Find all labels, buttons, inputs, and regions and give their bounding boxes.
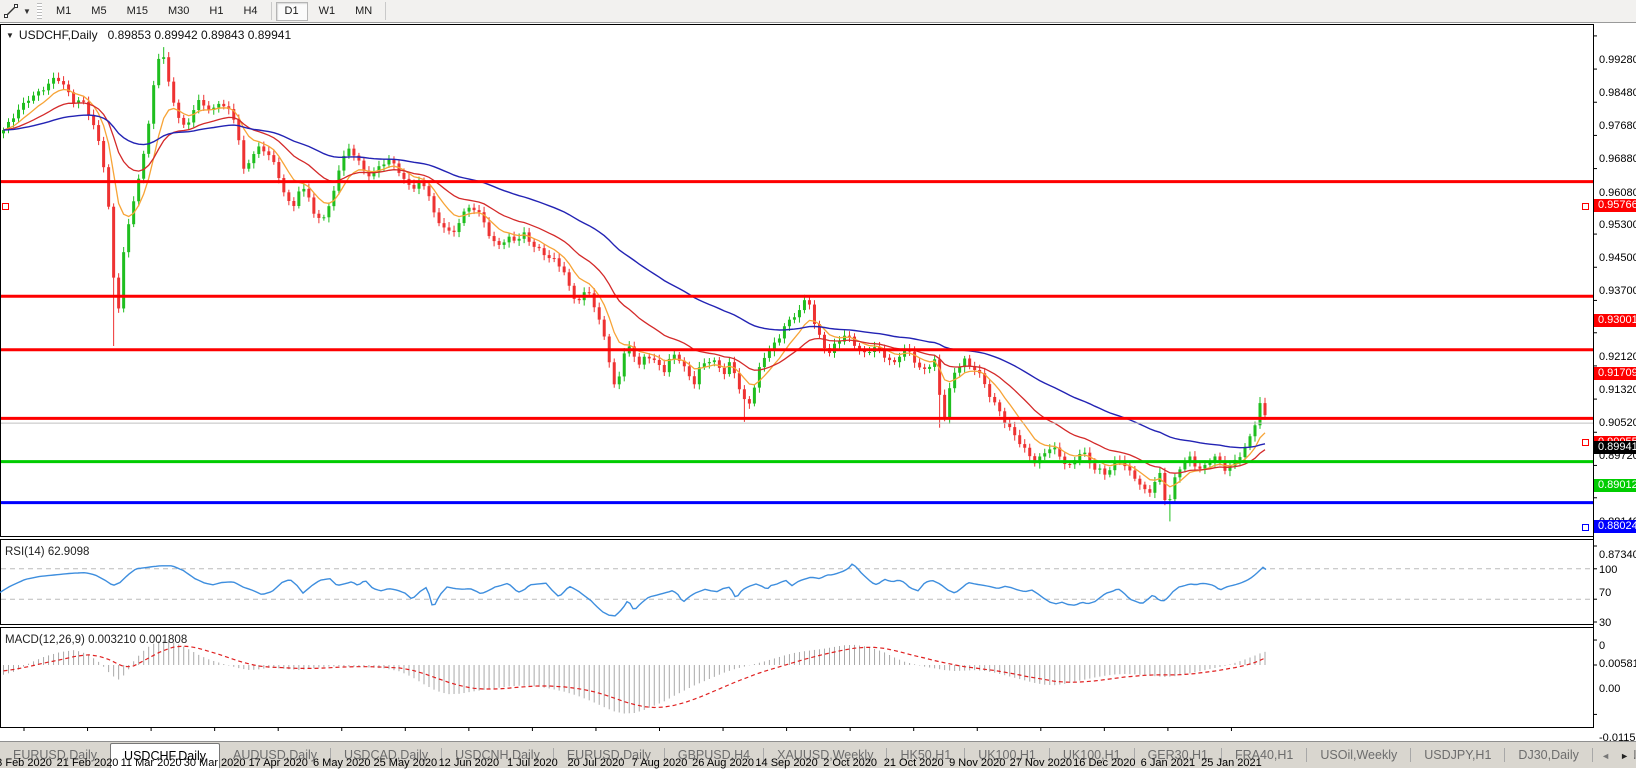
date-tick-label: 16 Dec 2020 [1073,757,1135,769]
macd-indicator-label: MACD(12,26,9) 0.003210 0.001808 [5,634,187,646]
date-tick-label: 25 May 2020 [373,757,437,769]
date-tick-label: 3 Feb 2020 [0,757,52,769]
timeframe-button-m1[interactable]: M1 [47,2,80,21]
date-tick-label: 2 Oct 2020 [823,757,877,769]
price-tick-label: 0.96080 [1599,187,1636,199]
date-tick-label: 21 Oct 2020 [884,757,944,769]
drawing-tool-icon[interactable] [1,2,21,20]
date-tick-label: 9 Nov 2020 [949,757,1005,769]
chart-window[interactable]: ▼ USDCHF,Daily 0.89853 0.89942 0.89843 0… [0,24,1636,741]
date-tick-label: 26 Aug 2020 [692,757,754,769]
date-tick-label: 7 Aug 2020 [632,757,688,769]
chart-title-collapse-icon[interactable]: ▼ [6,31,14,40]
macd-tick-label: 0.00 [1599,683,1636,695]
top-toolbar: ▼ M1M5M15M30H1H4 D1W1MN [0,0,1636,23]
tabs-scroll-left-icon[interactable]: ◄ [1596,749,1615,763]
price-line-tag[interactable]: 0.93001 [1594,314,1636,327]
chart-ohlc-values: 0.89853 0.89942 0.89843 0.89941 [108,28,292,42]
rsi-tick-label: 100 [1599,564,1636,576]
chart-tab-dj30-daily[interactable]: DJ30,Daily [1505,742,1591,768]
date-tick-label: 14 Sep 2020 [755,757,817,769]
timeframe-button-m15[interactable]: M15 [118,2,157,21]
timeframe-button-mn[interactable]: MN [346,2,381,21]
timeframe-button-group: M1M5M15M30H1H4 D1W1MN [46,2,389,21]
date-tick-label: 6 May 2020 [313,757,370,769]
price-tick-label: 0.90520 [1599,417,1636,429]
date-tick-label: 17 Apr 2020 [249,757,308,769]
date-tick-label: 25 Jan 2021 [1201,757,1262,769]
price-tick-label: 0.94500 [1599,252,1636,264]
price-line-tag[interactable]: 0.91709 [1594,367,1636,380]
rsi-tick-label: 70 [1599,587,1636,599]
rsi-tick-label: 0 [1599,640,1636,652]
chart-title: ▼ USDCHF,Daily 0.89853 0.89942 0.89843 0… [6,28,291,42]
chart-symbol-period: USDCHF,Daily [19,28,98,42]
macd-tick-label: 0.005818 [1599,658,1636,670]
date-tick-label: 21 Feb 2020 [57,757,119,769]
price-tick-label: 0.87340 [1599,549,1636,561]
price-line-tag[interactable]: 0.89012 [1594,479,1636,492]
price-tick-label: 0.91320 [1599,384,1636,396]
line-anchor-handle[interactable] [1582,203,1589,210]
date-tick-label: 12 Jun 2020 [439,757,500,769]
rsi-tick-label: 30 [1599,617,1636,629]
timeframe-button-w1[interactable]: W1 [310,2,345,21]
date-tick-label: 27 Nov 2020 [1010,757,1072,769]
date-tick-label: 1 Jul 2020 [507,757,558,769]
toolbar-drag-handle[interactable] [37,3,42,19]
price-tick-label: 0.97680 [1599,120,1636,132]
rsi-indicator-label: RSI(14) 62.9098 [5,546,89,558]
timeframe-button-h4[interactable]: H4 [234,2,266,21]
price-tick-label: 0.99280 [1599,54,1636,66]
price-tick-label: 0.95300 [1599,219,1636,231]
date-tick-label: 6 Jan 2021 [1141,757,1195,769]
tabs-scroll-right-icon[interactable]: ► [1615,749,1634,763]
chart-tab-usdjpy-h1[interactable]: USDJPY,H1 [1411,742,1504,768]
price-line-tag[interactable]: 0.89941 [1594,441,1636,454]
price-tick-label: 0.93700 [1599,285,1636,297]
price-tick-label: 0.98480 [1599,87,1636,99]
date-tick-label: 11 Mar 2020 [121,757,182,769]
date-tick-label: 30 Mar 2020 [184,757,246,769]
price-tick-label: 0.92120 [1599,351,1636,363]
drawing-tool-dropdown-icon[interactable]: ▼ [21,7,33,16]
date-tick-label: 20 Jul 2020 [567,757,624,769]
chart-canvas[interactable] [0,24,1636,741]
timeframe-button-h1[interactable]: H1 [200,2,232,21]
timeframe-button-d1[interactable]: D1 [276,2,308,21]
price-line-tag[interactable]: 0.88024 [1594,520,1636,533]
price-tick-label: 0.96880 [1599,153,1636,165]
line-anchor-handle[interactable] [1582,524,1589,531]
price-line-tag[interactable]: 0.95766 [1594,199,1636,212]
timeframe-button-m30[interactable]: M30 [159,2,198,21]
line-anchor-handle[interactable] [2,203,9,210]
line-anchor-handle[interactable] [1582,439,1589,446]
timeframe-button-m5[interactable]: M5 [82,2,115,21]
chart-tab-usoil-weekly[interactable]: USOil,Weekly [1307,742,1410,768]
